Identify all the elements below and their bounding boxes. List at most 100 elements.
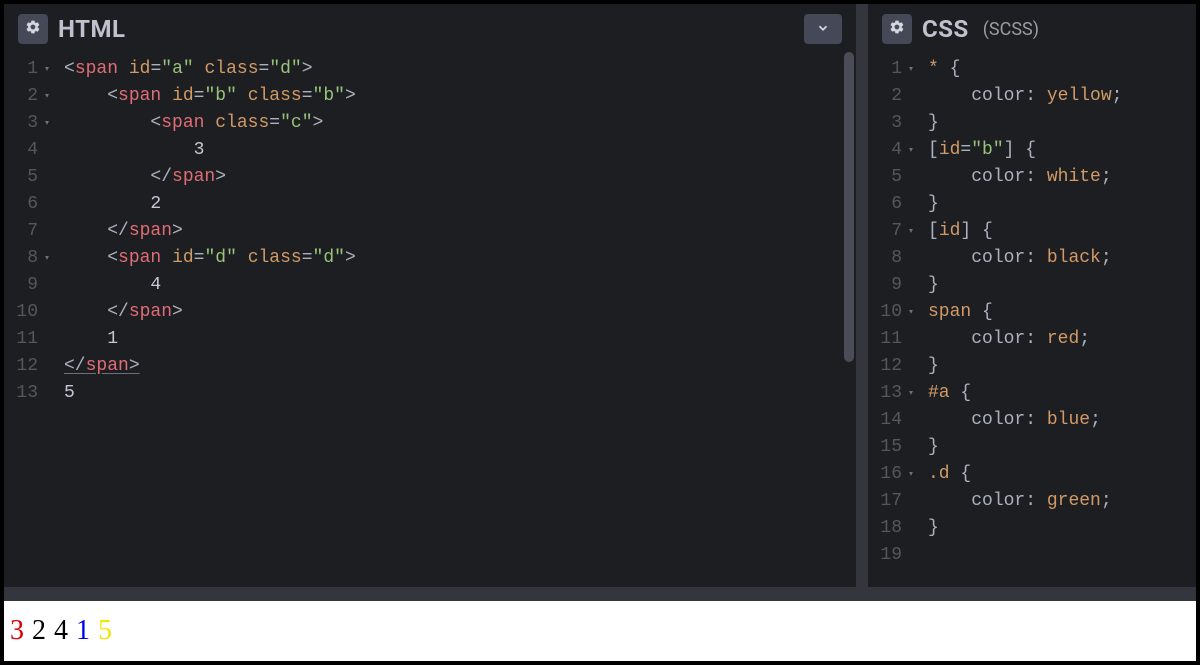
gutter-line: 12 [4,353,38,380]
gutter-line: 2▾ [4,83,38,110]
code-line: </span> [64,299,856,326]
gutter-line: 9 [868,272,902,299]
output-char: 3 [10,615,24,647]
code-line: </span> [64,353,856,380]
code-line: color: red; [928,326,1196,353]
gutter-line: 18 [868,515,902,542]
html-code-editor[interactable]: 1▾2▾3▾45678▾910111213 <span id="a" class… [4,48,856,587]
code-line: color: green; [928,488,1196,515]
css-code-lines: * { color: yellow;}[id="b"] { color: whi… [910,56,1196,587]
code-line: color: white; [928,164,1196,191]
gutter-line: 13▾ [868,380,902,407]
gutter-line: 12 [868,353,902,380]
gutter-line: 1▾ [4,56,38,83]
gutter-line: 6 [4,191,38,218]
code-line: } [928,434,1196,461]
gutter-line: 4 [4,137,38,164]
gutter-line: 10 [4,299,38,326]
gutter-line: 1▾ [868,56,902,83]
editors-row: HTML 1▾2▾3▾45678▾910111213 <span id="a" … [4,4,1196,587]
fold-arrow-icon[interactable]: ▾ [908,380,914,407]
gutter-line: 8▾ [4,245,38,272]
gutter-line: 14 [868,407,902,434]
code-line: <span id="d" class="d"> [64,245,856,272]
code-line: <span id="b" class="b"> [64,83,856,110]
html-scrollbar[interactable] [842,48,856,587]
gutter-line: 11 [4,326,38,353]
html-settings-button[interactable] [18,14,48,44]
output-char: 2 [32,615,46,647]
gutter-line: 17 [868,488,902,515]
html-panel: HTML 1▾2▾3▾45678▾910111213 <span id="a" … [4,4,868,587]
css-panel-header: CSS (SCSS) [868,4,1196,48]
gutter-line: 11 [868,326,902,353]
html-panel-dropdown-button[interactable] [804,14,842,44]
gear-icon [889,19,905,39]
code-line: .d { [928,461,1196,488]
code-line: 4 [64,272,856,299]
css-panel: CSS (SCSS) 1▾234▾567▾8910▾111213▾141516▾… [868,4,1196,587]
fold-arrow-icon[interactable]: ▾ [908,299,914,326]
output-char: 1 [76,615,90,647]
app-root: HTML 1▾2▾3▾45678▾910111213 <span id="a" … [0,0,1200,665]
row-separator[interactable] [4,587,1196,601]
code-line: 1 [64,326,856,353]
css-code-editor[interactable]: 1▾234▾567▾8910▾111213▾141516▾171819 * { … [868,48,1196,587]
fold-arrow-icon[interactable]: ▾ [908,56,914,83]
code-line: [id="b"] { [928,137,1196,164]
gutter-line: 19 [868,542,902,569]
html-panel-header: HTML [4,4,856,48]
code-line: color: black; [928,245,1196,272]
code-line: 5 [64,380,856,407]
output-char: 4 [54,615,68,647]
gear-icon [25,19,41,39]
gutter-line: 5 [868,164,902,191]
code-line: [id] { [928,218,1196,245]
output-preview: 32415 [4,601,1196,661]
fold-arrow-icon[interactable]: ▾ [908,461,914,488]
gutter-line: 7▾ [868,218,902,245]
code-line: 2 [64,191,856,218]
gutter-line: 6 [868,191,902,218]
gutter-line: 3 [868,110,902,137]
gutter-line: 5 [4,164,38,191]
gutter-line: 7 [4,218,38,245]
html-scroll-thumb[interactable] [844,52,854,362]
output-char: 5 [98,615,112,647]
fold-arrow-icon[interactable]: ▾ [908,137,914,164]
code-line: #a { [928,380,1196,407]
code-line [928,542,1196,569]
code-line: color: blue; [928,407,1196,434]
code-line: * { [928,56,1196,83]
fold-arrow-icon[interactable]: ▾ [44,56,50,83]
code-line: } [928,272,1196,299]
gutter-line: 8 [868,245,902,272]
chevron-down-icon [816,20,830,39]
code-line: } [928,515,1196,542]
css-panel-subtitle: (SCSS) [983,19,1039,40]
html-code-lines: <span id="a" class="d"> <span id="b" cla… [46,56,856,587]
gutter-line: 16▾ [868,461,902,488]
code-line: } [928,353,1196,380]
html-panel-title: HTML [58,15,125,43]
code-line: </span> [64,218,856,245]
gutter-line: 10▾ [868,299,902,326]
gutter-line: 3▾ [4,110,38,137]
code-line: span { [928,299,1196,326]
code-line: } [928,110,1196,137]
code-line: } [928,191,1196,218]
css-gutter: 1▾234▾567▾8910▾111213▾141516▾171819 [868,56,910,587]
gutter-line: 13 [4,380,38,407]
css-panel-title: CSS [922,15,969,43]
css-settings-button[interactable] [882,14,912,44]
fold-arrow-icon[interactable]: ▾ [44,110,50,137]
code-line: color: yellow; [928,83,1196,110]
fold-arrow-icon[interactable]: ▾ [44,245,50,272]
fold-arrow-icon[interactable]: ▾ [44,83,50,110]
code-line: 3 [64,137,856,164]
gutter-line: 15 [868,434,902,461]
code-line: <span id="a" class="d"> [64,56,856,83]
html-gutter: 1▾2▾3▾45678▾910111213 [4,56,46,587]
fold-arrow-icon[interactable]: ▾ [908,218,914,245]
gutter-line: 9 [4,272,38,299]
